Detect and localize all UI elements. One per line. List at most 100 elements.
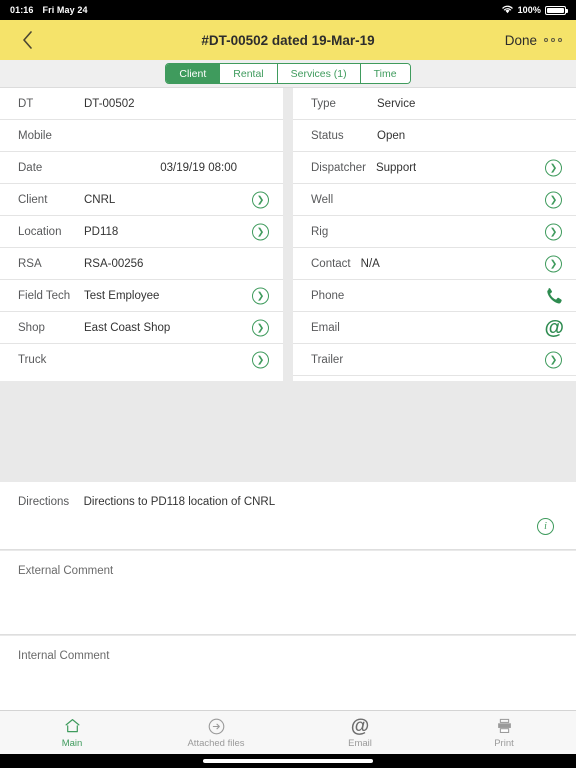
battery-percent: 100% [517,5,541,15]
field-value: Support [375,161,417,174]
segmented-control-bar: Client Rental Services (1) Time [0,60,576,88]
field-value: Service [377,97,416,110]
field-label: Date [18,161,43,174]
field-label: Location [18,225,62,238]
tab-print[interactable]: Print [432,711,576,754]
field-row-location[interactable]: Location PD118 ❯ [0,216,283,248]
printer-icon [495,717,514,736]
tab-label: Attached files [187,737,245,749]
field-label: Client [18,193,48,206]
directions-value: Directions to PD118 location of CNRL [83,496,276,508]
tab-rental[interactable]: Rental [220,64,278,83]
field-label: Rig [311,225,329,238]
wifi-icon [501,4,514,16]
field-value: RSA-00256 [84,257,144,270]
field-row-dt[interactable]: DT DT-00502 [0,88,283,120]
external-comment-section[interactable]: External Comment [0,551,576,635]
field-value: CNRL [84,193,116,206]
chevron-right-circle-icon[interactable]: ❯ [252,319,269,336]
home-indicator[interactable] [203,759,373,763]
field-row-pre-trip[interactable]: Pre Trip N/A [293,376,576,381]
tab-email[interactable]: @ Email [288,711,432,754]
page-title: #DT-00502 dated 19-Mar-19 [201,32,375,48]
field-row-status[interactable]: Status Open [293,120,576,152]
two-column-form: DT DT-00502 Mobile Date 03/19/19 08:00 C… [0,88,576,381]
chevron-right-circle-icon[interactable]: ❯ [545,191,562,208]
more-dots-icon[interactable] [544,38,562,42]
field-label: Trailer [311,353,344,366]
field-row-type[interactable]: Type Service [293,88,576,120]
navbar-right-actions: Done [505,33,562,48]
field-value: Test Employee [84,289,160,302]
field-label: Shop [18,321,45,334]
tab-time[interactable]: Time [360,64,410,83]
field-row-well[interactable]: Well ❯ [293,184,576,216]
left-field-group: DT DT-00502 Mobile Date 03/19/19 08:00 C… [0,88,283,381]
directions-section[interactable]: Directions Directions to PD118 location … [0,482,576,550]
status-time: 01:16 [10,5,34,15]
chevron-right-circle-icon[interactable]: ❯ [252,287,269,304]
field-row-mobile[interactable]: Mobile [0,120,283,152]
chevron-right-circle-icon[interactable]: ❯ [545,255,562,272]
tab-attached-files[interactable]: Attached files [144,711,288,754]
field-label: Type [311,97,336,110]
field-row-trailer[interactable]: Trailer ❯ [293,344,576,376]
field-row-shop[interactable]: Shop East Coast Shop ❯ [0,312,283,344]
tab-client[interactable]: Client [166,64,221,83]
field-label: Status [311,129,344,142]
right-field-group: Type Service Status Open Dispatcher Supp… [293,88,576,381]
tab-main[interactable]: Main [0,711,144,754]
at-email-icon: @ [350,715,370,737]
tab-label: Main [61,737,83,749]
navigation-bar: #DT-00502 dated 19-Mar-19 Done [0,20,576,60]
field-value: N/A [360,257,380,270]
arrow-right-circle-icon [207,717,226,736]
chevron-right-circle-icon[interactable]: ❯ [252,223,269,240]
field-label: RSA [18,257,42,270]
phone-icon[interactable] [543,285,564,306]
segmented-control: Client Rental Services (1) Time [165,63,411,84]
field-value: PD118 [84,225,119,238]
field-row-rig[interactable]: Rig ❯ [293,216,576,248]
directions-label: Directions [18,496,70,508]
field-label: Well [311,193,334,206]
form-content: DT DT-00502 Mobile Date 03/19/19 08:00 C… [0,88,576,720]
chevron-right-circle-icon[interactable]: ❯ [545,159,562,176]
field-row-rsa[interactable]: RSA RSA-00256 [0,248,283,280]
field-row-email[interactable]: Email @ [293,312,576,344]
field-row-phone[interactable]: Phone [293,280,576,312]
bottom-tab-bar: Main Attached files @ Email Print [0,710,576,754]
chevron-right-circle-icon[interactable]: ❯ [545,223,562,240]
field-row-date[interactable]: Date 03/19/19 08:00 [0,152,283,184]
status-date: Fri May 24 [42,5,88,15]
internal-comment-section[interactable]: Internal Comment [0,636,576,720]
field-value: 03/19/19 08:00 [160,161,237,174]
field-row-client[interactable]: Client CNRL ❯ [0,184,283,216]
back-button[interactable] [14,27,40,53]
field-value: DT-00502 [84,97,135,110]
tab-label: Email [348,737,372,749]
chevron-left-icon [22,31,32,49]
field-label: Email [311,321,340,334]
field-label: Contact [311,257,351,270]
field-label: DT [18,97,34,110]
chevron-right-circle-icon[interactable]: ❯ [545,351,562,368]
chevron-right-circle-icon[interactable]: ❯ [252,351,269,369]
tab-label: Print [494,737,514,749]
field-label: Phone [311,289,345,302]
at-email-icon[interactable]: @ [544,318,564,338]
field-row-dispatcher[interactable]: Dispatcher Support ❯ [293,152,576,184]
field-label: Truck [18,354,47,366]
field-row-contact[interactable]: Contact N/A ❯ [293,248,576,280]
external-comment-placeholder: External Comment [18,565,114,577]
field-row-field-tech[interactable]: Field Tech Test Employee ❯ [0,280,283,312]
field-label: Field Tech [18,289,71,302]
tab-services[interactable]: Services (1) [277,64,361,83]
internal-comment-placeholder: Internal Comment [18,650,110,662]
chevron-right-circle-icon[interactable]: ❯ [252,191,269,208]
field-value: Open [377,129,406,142]
field-row-truck[interactable]: Truck ❯ [0,344,283,376]
ipad-screen: 01:16 Fri May 24 100% #DT-00502 dated 19… [0,0,576,768]
info-circle-icon[interactable]: i [537,518,554,535]
done-button[interactable]: Done [505,33,537,48]
